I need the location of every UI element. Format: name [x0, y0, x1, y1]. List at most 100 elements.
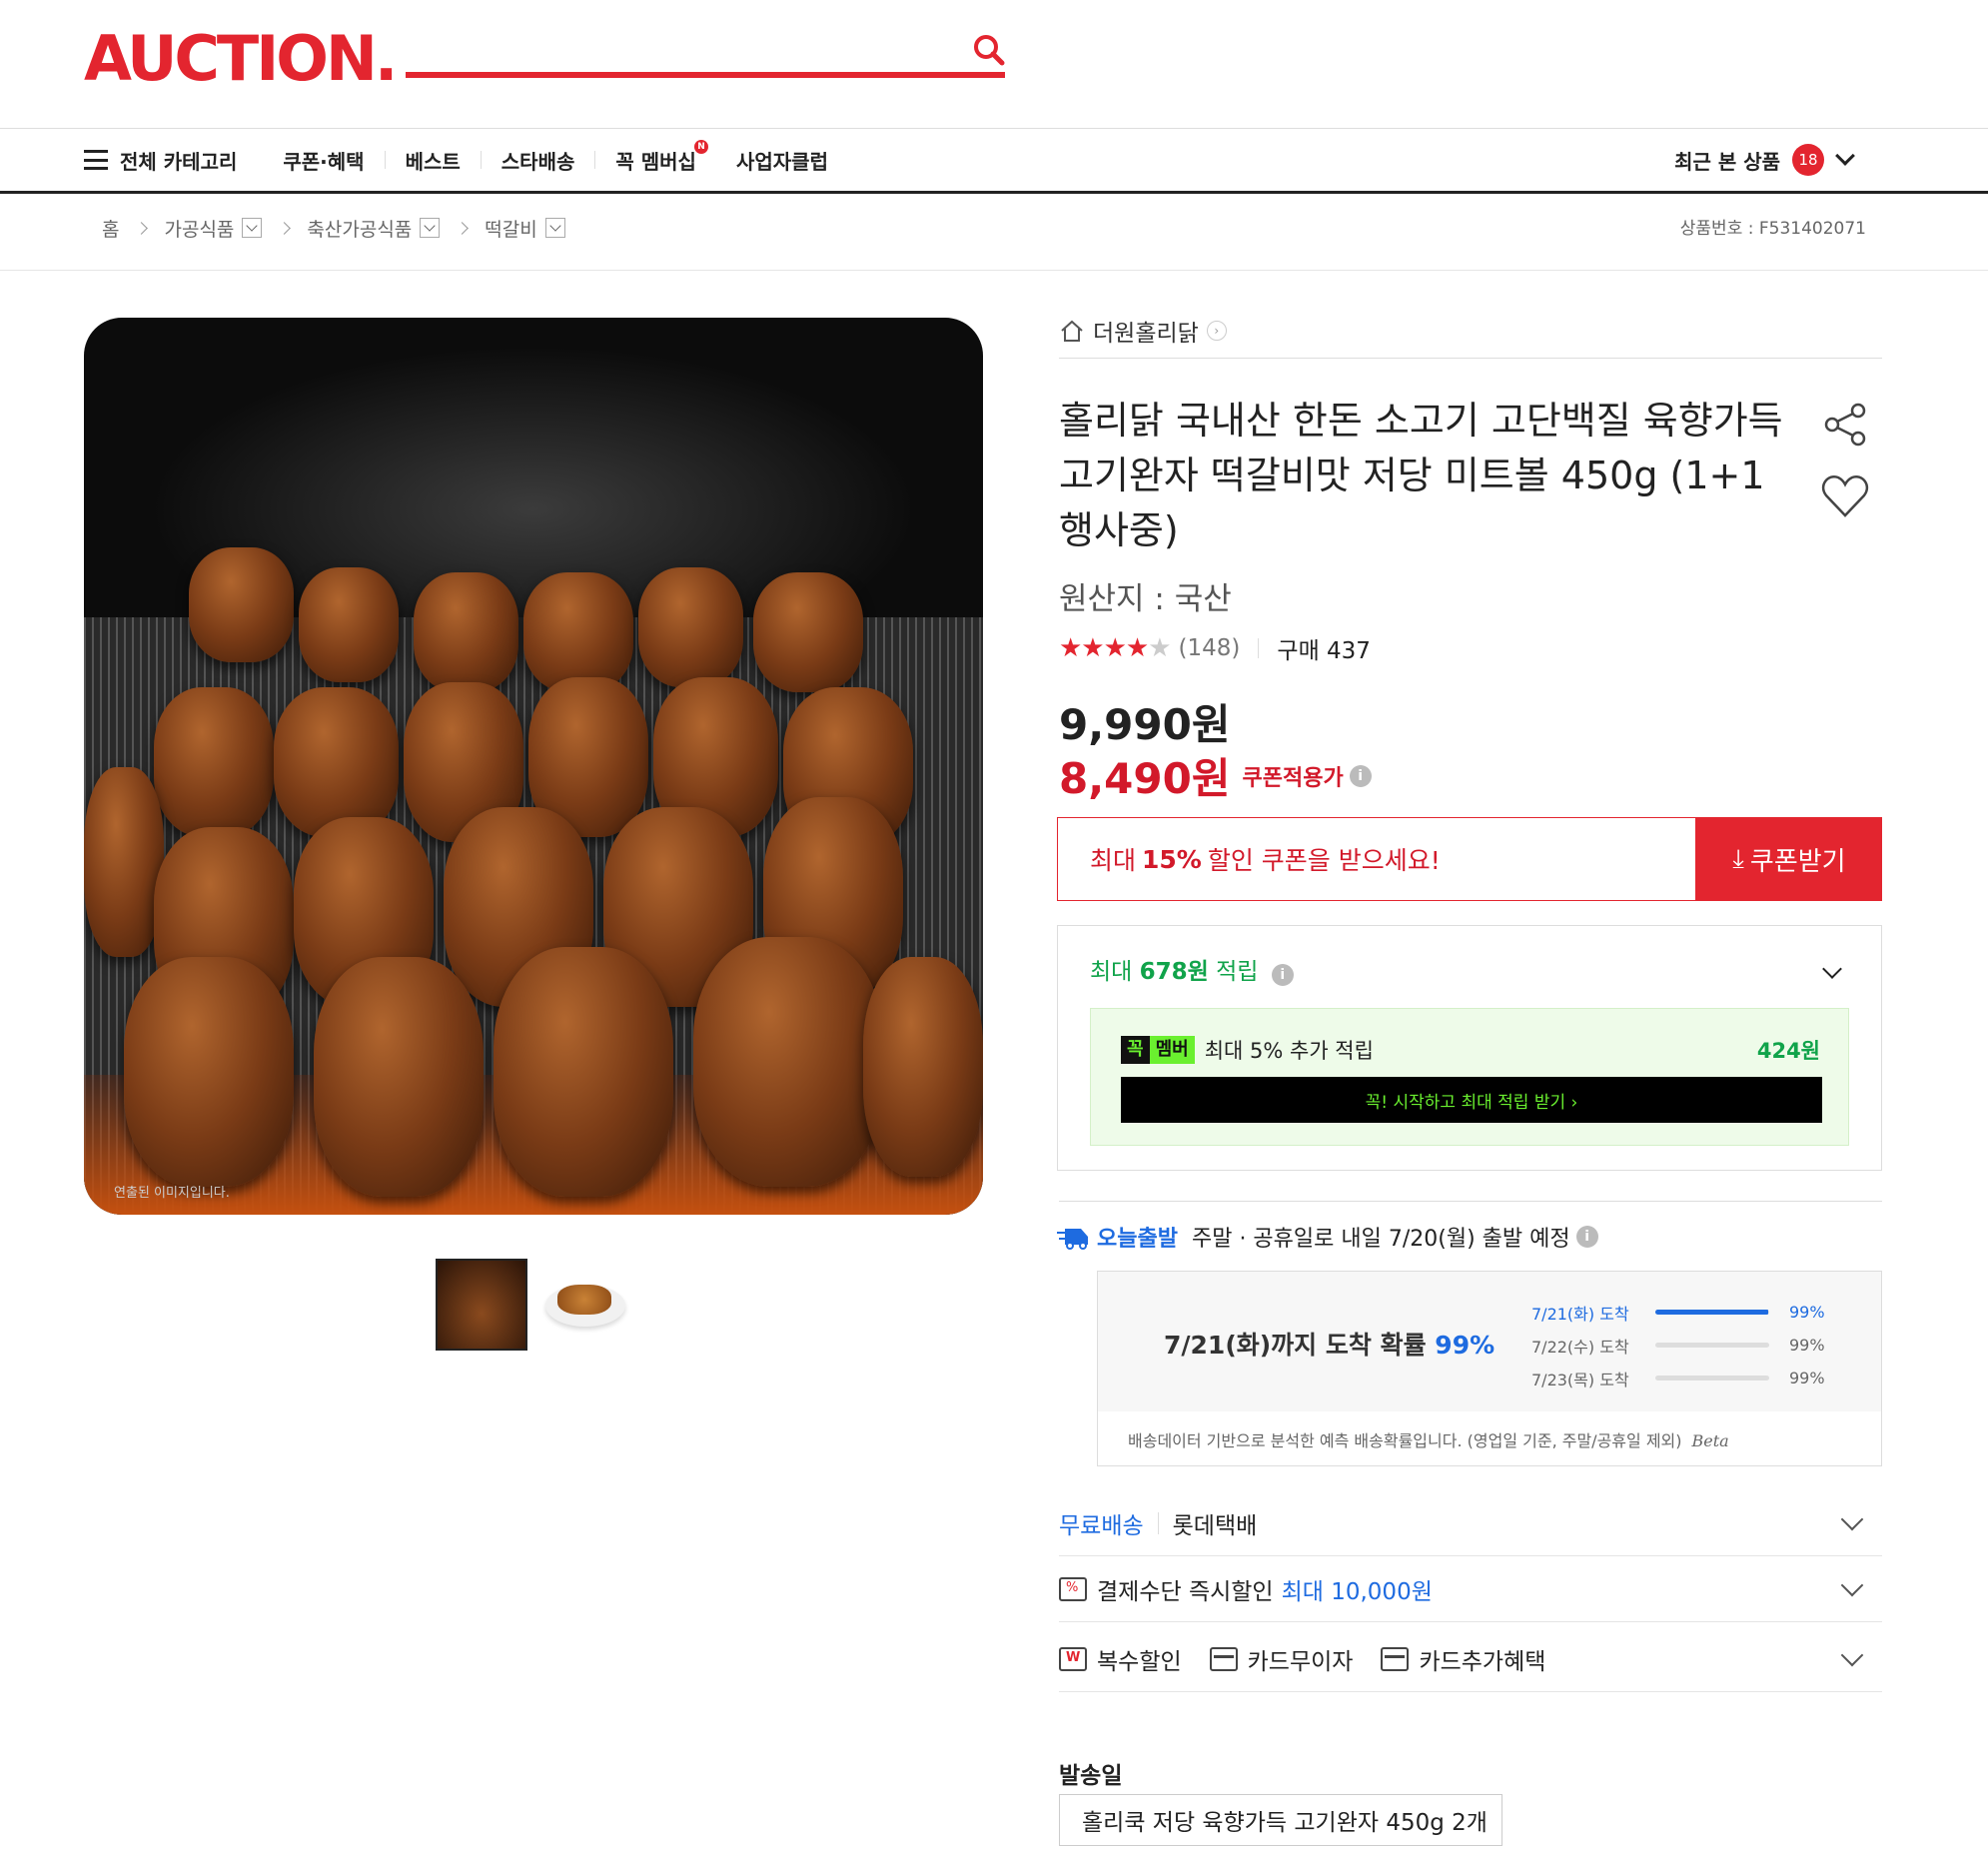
- purchase-count: 구매 437: [1277, 638, 1371, 664]
- chevron-down-icon[interactable]: [1840, 1643, 1864, 1666]
- ship-date-option[interactable]: 홀리쿡 저당 육향가득 고기완자 450g 2개: [1059, 1794, 1502, 1846]
- search-input[interactable]: [406, 72, 1005, 78]
- probability-note: 배송데이터 기반으로 분석한 예측 배송확률입니다. (영업일 기준, 주말/공…: [1128, 1431, 1729, 1450]
- chevron-down-icon[interactable]: [1840, 1573, 1864, 1596]
- hamburger-icon[interactable]: [84, 150, 108, 170]
- review-count[interactable]: (148): [1179, 635, 1241, 661]
- chevron-right-icon: [278, 221, 292, 235]
- today-shipping-label: 오늘출발: [1097, 1227, 1178, 1252]
- thumbnail-2[interactable]: [539, 1259, 631, 1351]
- nav-item-business-club[interactable]: 사업자클럽: [716, 146, 848, 175]
- shipping-row: 오늘출발 주말 · 공휴일로 내일 7/20(월) 출발 예정 i: [1057, 1221, 1598, 1253]
- recent-products[interactable]: 최근 본 상품 18: [1674, 140, 1855, 180]
- membership-text: 최대 5% 추가 적립: [1204, 1039, 1374, 1063]
- probability-bar: [1655, 1343, 1769, 1348]
- discount-icon: [1059, 1576, 1087, 1601]
- beta-label: Beta: [1691, 1431, 1729, 1450]
- thumbnail-1[interactable]: [436, 1259, 527, 1351]
- arrival-row: 7/23(목) 도착 99%: [1531, 1369, 1825, 1389]
- free-shipping-label: 무료배송: [1059, 1512, 1144, 1539]
- product-title: 홀리닭 국내산 한돈 소고기 고단백질 육향가득 고기완자 떡갈비맛 저당 미트…: [1059, 399, 1783, 552]
- dropdown-icon[interactable]: [242, 218, 263, 238]
- nav-item-best[interactable]: 베스트: [386, 146, 481, 175]
- shipping-divider: [1059, 1201, 1882, 1202]
- store-link[interactable]: 더원홀리닭 ›: [1059, 314, 1227, 348]
- coupon-banner[interactable]: 최대 15% 할인 쿠폰을 받으세요!: [1057, 817, 1696, 901]
- card-installment-label: 카드무이자: [1247, 1648, 1354, 1675]
- dropdown-icon[interactable]: [420, 218, 441, 238]
- sale-price: 8,490원: [1059, 754, 1231, 803]
- info-icon[interactable]: i: [1575, 1226, 1598, 1248]
- breadcrumb-home[interactable]: 홈: [102, 215, 119, 242]
- membership-box: 꼭 멤버 최대 5% 추가 적립 424원 꼭! 시작하고 최대 적립 받기 ›: [1090, 1008, 1849, 1146]
- coupon-download-button[interactable]: ⤓ 쿠폰받기: [1696, 817, 1882, 901]
- auction-logo[interactable]: AUCTION.: [84, 22, 398, 95]
- star-rating-icon: ★★★★★: [1059, 633, 1172, 663]
- arrival-probability-list: 7/21(화) 도착 99% 7/22(수) 도착 99% 7/23(목) 도착…: [1531, 1296, 1851, 1394]
- chevron-right-icon: [456, 221, 470, 235]
- arrival-row: 7/21(화) 도착 99%: [1531, 1303, 1825, 1324]
- store-divider: [1059, 358, 1882, 359]
- download-icon: ⤓: [1732, 843, 1744, 874]
- membership-amount: 424원: [1756, 1039, 1820, 1063]
- payment-discount-label: 결제수단 즉시할인: [1097, 1578, 1274, 1605]
- card-benefits-row[interactable]: 복수할인 카드무이자 카드추가혜택: [1059, 1626, 1882, 1692]
- sale-price-row: 8,490원 쿠폰적용가 i: [1059, 745, 1372, 806]
- points-panel: 최대 678원 적립 i 꼭 멤버 최대 5% 추가 적립 424원 꼭! 시작하…: [1057, 925, 1882, 1171]
- multi-discount-icon: [1059, 1646, 1087, 1671]
- card-icon: [1209, 1646, 1238, 1671]
- recent-count-badge: 18: [1792, 144, 1824, 176]
- rating-separator: [1258, 638, 1260, 658]
- info-icon[interactable]: i: [1349, 764, 1372, 787]
- origin-info: 원산지 : 국산: [1059, 581, 1232, 617]
- heart-icon[interactable]: [1820, 473, 1870, 519]
- breadcrumb-level-2[interactable]: 축산가공식품: [307, 215, 441, 242]
- nav-item-coupon[interactable]: 쿠폰·혜택: [263, 146, 384, 175]
- payment-discount-max: 최대 10,000원: [1281, 1578, 1433, 1605]
- delivery-option-row[interactable]: 무료배송 롯데택배: [1059, 1490, 1882, 1556]
- main-nav: 전체 카테고리 쿠폰·혜택 베스트 스타배송 꼭 멤버십 N 사업자클럽: [84, 139, 848, 180]
- store-name[interactable]: 더원홀리닭: [1093, 314, 1199, 348]
- membership-start-button[interactable]: 꼭! 시작하고 최대 적립 받기 ›: [1121, 1077, 1822, 1123]
- info-icon[interactable]: i: [1271, 964, 1294, 986]
- arrival-row: 7/22(수) 도착 99%: [1531, 1336, 1825, 1357]
- chevron-down-icon[interactable]: [1840, 1507, 1864, 1530]
- nav-item-membership[interactable]: 꼭 멤버십 N: [595, 139, 716, 175]
- home-icon: [1061, 320, 1083, 342]
- main-product-image[interactable]: 연출된 이미지입니다.: [84, 318, 983, 1215]
- rating-row: ★★★★★ (148) 구매 437: [1059, 631, 1371, 665]
- arrival-probability-main: 7/21(화)까지 도착 확률 99%: [1164, 1331, 1495, 1360]
- breadcrumb: 홈 가공식품 축산가공식품 떡갈비: [102, 212, 565, 244]
- chevron-right-icon[interactable]: ›: [1206, 321, 1227, 341]
- fast-delivery-icon: [1057, 1229, 1088, 1250]
- breadcrumb-level-1[interactable]: 가공식품: [164, 215, 263, 242]
- option-separator: [1157, 1511, 1159, 1534]
- food-graphic: [557, 1285, 611, 1315]
- search-icon[interactable]: [969, 30, 1009, 70]
- probability-bar: [1655, 1376, 1769, 1381]
- chevron-right-icon: [135, 221, 149, 235]
- card-benefit-icon: [1381, 1646, 1410, 1671]
- shipping-text: 주말 · 공휴일로 내일 7/20(월) 출발 예정: [1191, 1227, 1570, 1252]
- recent-label: 최근 본 상품: [1674, 149, 1780, 174]
- multi-discount-label: 복수할인: [1097, 1648, 1182, 1675]
- chevron-down-icon[interactable]: [1822, 959, 1842, 979]
- header-divider: [0, 128, 1988, 129]
- nav-item-star-delivery[interactable]: 스타배송: [482, 146, 595, 175]
- breadcrumb-divider: [0, 270, 1988, 271]
- card-benefit-label: 카드추가혜택: [1419, 1648, 1546, 1675]
- arrival-probability-box: 7/21(화)까지 도착 확률 99% 7/21(화) 도착 99% 7/22(…: [1097, 1271, 1882, 1466]
- ship-date-label: 발송일: [1059, 1763, 1123, 1789]
- membership-badge: 꼭 멤버: [1121, 1036, 1195, 1064]
- nav-all-categories[interactable]: 전체 카테고리: [120, 146, 237, 175]
- nav-divider: [0, 191, 1988, 194]
- chevron-down-icon[interactable]: [1835, 146, 1855, 166]
- breadcrumb-level-3[interactable]: 떡갈비: [485, 215, 565, 242]
- share-icon[interactable]: [1822, 402, 1868, 448]
- original-price: 9,990원: [1059, 700, 1231, 749]
- carrier-label: 롯데택배: [1172, 1512, 1258, 1539]
- sale-price-label: 쿠폰적용가: [1242, 765, 1344, 791]
- dropdown-icon[interactable]: [544, 218, 565, 238]
- payment-discount-row[interactable]: 결제수단 즉시할인 최대 10,000원: [1059, 1556, 1882, 1622]
- probability-bar: [1655, 1310, 1769, 1315]
